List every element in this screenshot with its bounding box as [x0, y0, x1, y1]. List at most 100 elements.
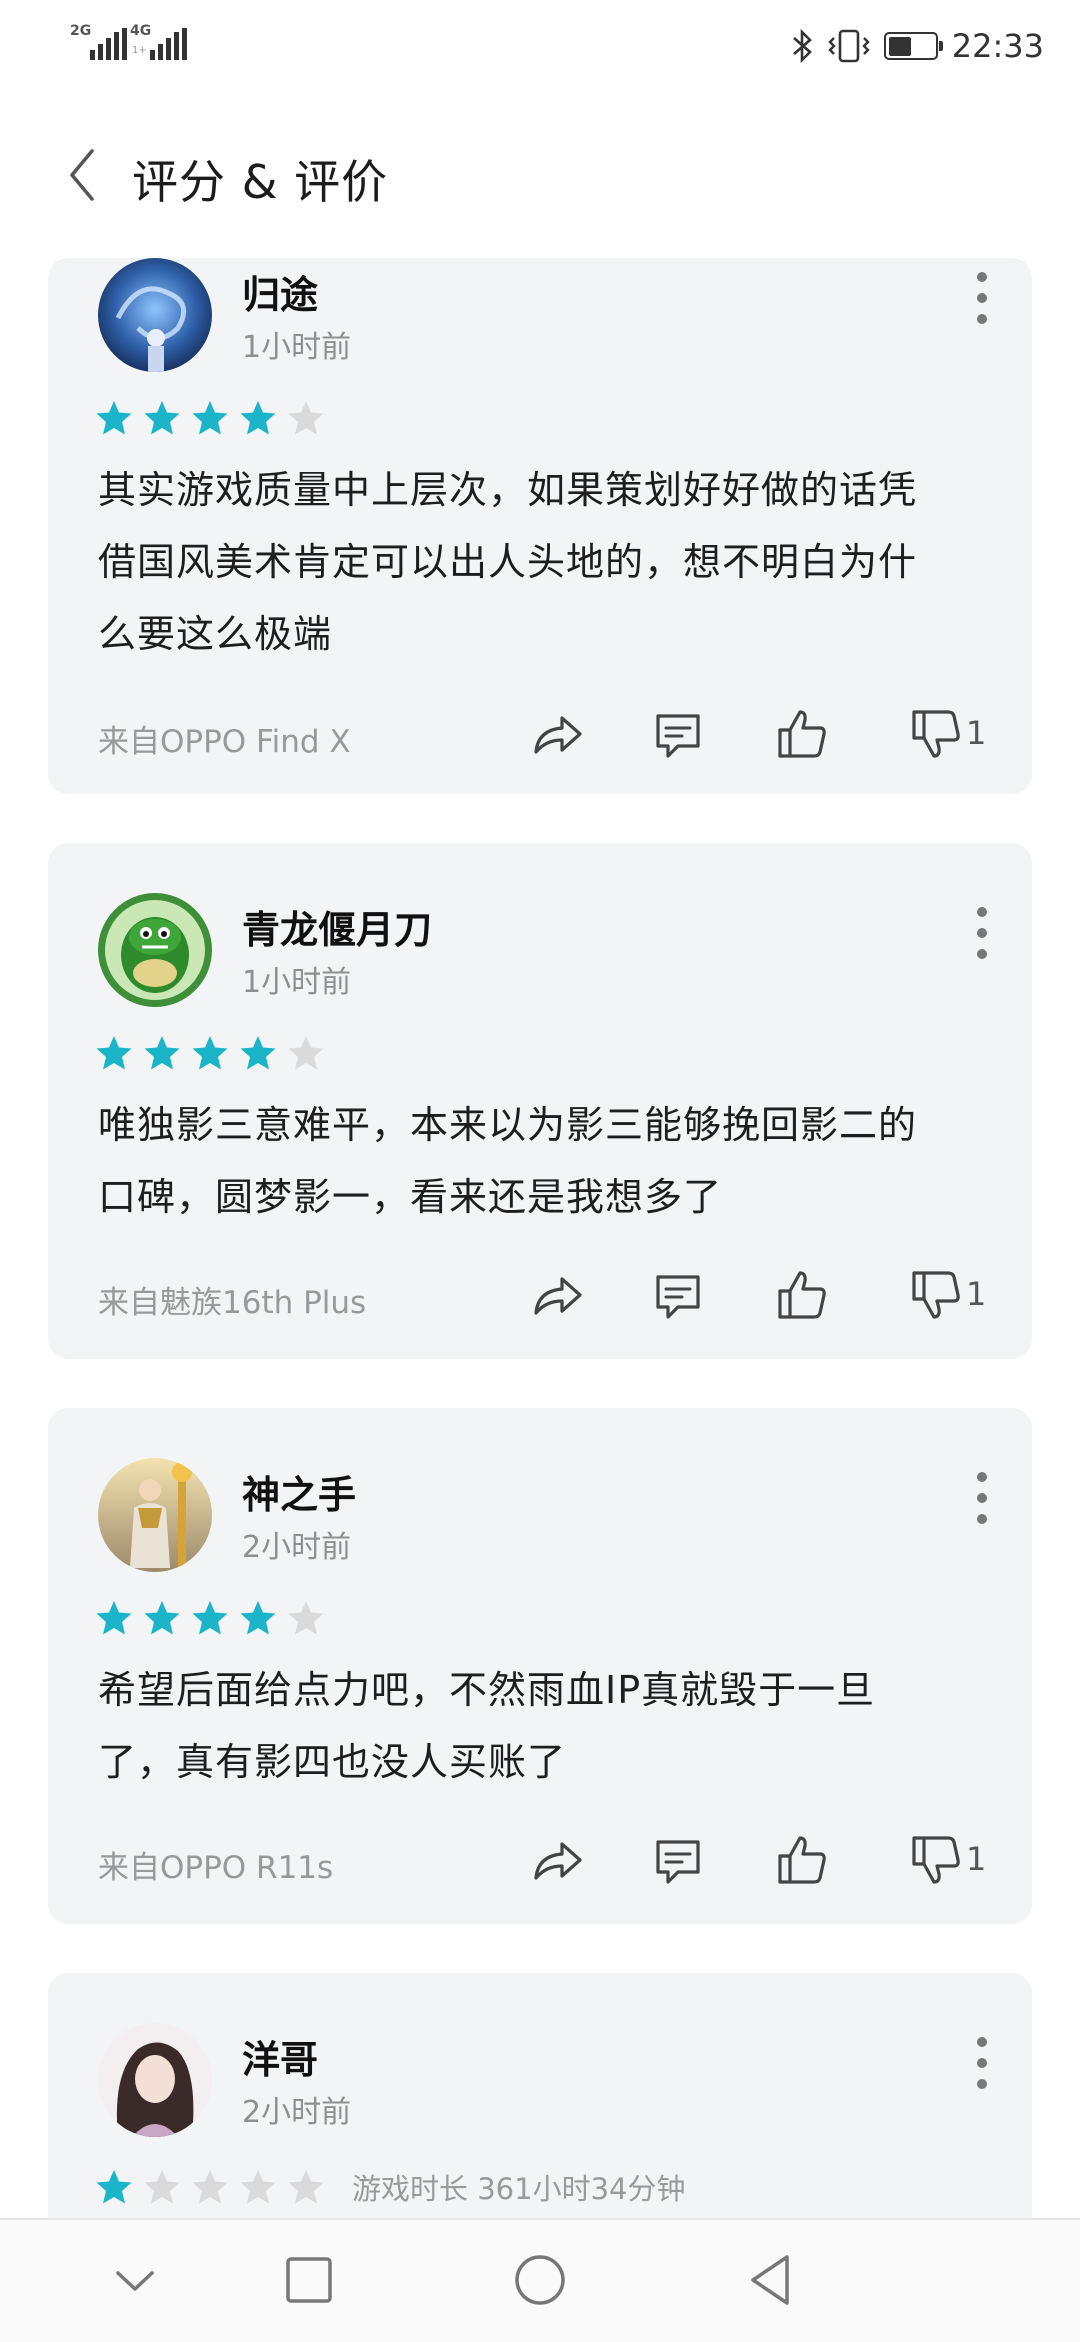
dislike-count: 1 [966, 1275, 987, 1313]
star-filled-icon [96, 1601, 132, 1635]
star-rating [94, 398, 334, 438]
star-filled-icon [144, 1601, 180, 1635]
avatar[interactable] [98, 1458, 212, 1572]
chevron-down-icon [116, 2271, 154, 2291]
review-text-line: 借国风美术肯定可以出人头地的，想不明白为什 [98, 540, 918, 584]
header: 评分 & 评价 [0, 110, 1080, 240]
clock: 22:33 [951, 27, 1044, 65]
review-text: 其实游戏质量中上层次，如果策划好好做的话凭 借国风美术肯定可以出人头地的，想不明… [98, 454, 998, 670]
sim2-network: 4G [130, 23, 152, 39]
review-card: 归途 1小时前 其实游戏质量中上层次，如果策划好好做的话凭 借国风美术肯定可以出… [48, 258, 1032, 794]
avatar[interactable] [98, 258, 212, 372]
signal-bars-icon [90, 28, 128, 60]
review-text-line: 了，真有影四也没人买账了 [98, 1740, 567, 1784]
user-name[interactable]: 归途 [242, 264, 318, 319]
star-empty-icon [144, 2170, 180, 2204]
user-name[interactable]: 洋哥 [242, 2029, 318, 2084]
review-text: 唯独影三意难平，本来以为影三能够挽回影二的 口碑，圆梦影一，看来还是我想多了 [98, 1089, 998, 1233]
signal-bars-icon [150, 28, 188, 60]
star-filled-icon [96, 401, 132, 435]
nav-back-button[interactable] [735, 2245, 805, 2315]
device-source: 来自OPPO R11s [98, 1850, 334, 1886]
star-rating: 游戏时长 361小时34分钟 [94, 2167, 685, 2207]
share-icon [534, 1842, 582, 1880]
thumbs-up-icon [778, 1271, 826, 1319]
thumbs-up-icon [778, 1836, 826, 1884]
review-text: 希望后面给点力吧，不然雨血IP真就毁于一旦 了，真有影四也没人买账了 [98, 1654, 998, 1798]
share-button[interactable] [526, 704, 586, 764]
comment-button[interactable] [648, 1265, 708, 1325]
share-button[interactable] [526, 1265, 586, 1325]
like-button[interactable] [772, 1265, 832, 1325]
star-filled-icon [192, 401, 228, 435]
avatar[interactable] [98, 2023, 212, 2137]
star-empty-icon [288, 2170, 324, 2204]
star-filled-icon [240, 401, 276, 435]
review-time: 1小时前 [242, 965, 352, 1000]
sim1-network: 2G [70, 23, 92, 39]
device-source: 来自OPPO Find X [98, 724, 351, 760]
review-text-line: 其实游戏质量中上层次，如果策划好好做的话凭 [98, 468, 918, 512]
review-text-line: 么要这么极端 [98, 612, 333, 656]
comment-icon [656, 1275, 700, 1319]
triangle-back-icon [751, 2255, 789, 2305]
more-vertical-icon[interactable] [972, 907, 992, 959]
avatar[interactable] [98, 893, 212, 1007]
chevron-left-icon [70, 149, 94, 201]
battery-icon [883, 32, 943, 60]
comment-icon [656, 1840, 700, 1884]
comment-icon [656, 714, 700, 758]
nav-home-button[interactable] [505, 2245, 575, 2315]
star-filled-icon [192, 1601, 228, 1635]
sim1-signal: 2G [70, 22, 132, 62]
review-text-line: 口碑，圆梦影一，看来还是我想多了 [98, 1175, 723, 1219]
vibrate-icon [828, 29, 870, 63]
play-time: 游戏时长 361小时34分钟 [352, 2172, 686, 2206]
user-name[interactable]: 神之手 [242, 1464, 356, 1519]
star-filled-icon [144, 401, 180, 435]
square-icon [286, 2257, 332, 2303]
thumbs-down-icon [912, 710, 960, 758]
user-name[interactable]: 青龙偃月刀 [242, 899, 432, 954]
like-button[interactable] [772, 704, 832, 764]
star-empty-icon [288, 1601, 324, 1635]
star-empty-icon [288, 401, 324, 435]
nav-recents-button[interactable] [274, 2245, 344, 2315]
device-source: 来自魅族16th Plus [98, 1285, 367, 1321]
star-empty-icon [240, 2170, 276, 2204]
page-title: 评分 & 评价 [132, 155, 389, 209]
comment-button[interactable] [648, 1830, 708, 1890]
status-bar: 2G 4G 1+ 22:33 [0, 0, 1080, 90]
share-icon [534, 716, 582, 754]
review-card: 神之手 2小时前 希望后面给点力吧，不然雨血IP真就毁于一旦 了，真有影四也没人… [48, 1408, 1032, 1924]
comment-button[interactable] [648, 704, 708, 764]
thumbs-up-icon [778, 710, 826, 758]
star-empty-icon [288, 1036, 324, 1070]
star-filled-icon [96, 2170, 132, 2204]
more-vertical-icon[interactable] [972, 2037, 992, 2089]
more-vertical-icon[interactable] [972, 1472, 992, 1524]
star-filled-icon [144, 1036, 180, 1070]
thumbs-down-icon [912, 1836, 960, 1884]
star-filled-icon [240, 1036, 276, 1070]
review-time: 1小时前 [242, 330, 352, 365]
review-card: 青龙偃月刀 1小时前 唯独影三意难平，本来以为影三能够挽回影二的 口碑，圆梦影一… [48, 843, 1032, 1359]
review-time: 2小时前 [242, 2095, 352, 2130]
like-button[interactable] [772, 1830, 832, 1890]
dislike-count: 1 [966, 1840, 987, 1878]
sim2-signal: 4G 1+ [130, 22, 192, 62]
sim2-sub: 1+ [132, 45, 147, 56]
star-empty-icon [192, 2170, 228, 2204]
dislike-button[interactable] [906, 1830, 966, 1890]
star-filled-icon [240, 1601, 276, 1635]
back-button[interactable] [62, 145, 122, 205]
status-right: 22:33 [790, 24, 1044, 68]
dislike-button[interactable] [906, 704, 966, 764]
dislike-button[interactable] [906, 1265, 966, 1325]
circle-icon [515, 2255, 565, 2305]
thumbs-down-icon [912, 1271, 960, 1319]
nav-collapse-button[interactable] [100, 2245, 170, 2315]
share-button[interactable] [526, 1830, 586, 1890]
more-vertical-icon[interactable] [972, 272, 992, 324]
review-time: 2小时前 [242, 1530, 352, 1565]
